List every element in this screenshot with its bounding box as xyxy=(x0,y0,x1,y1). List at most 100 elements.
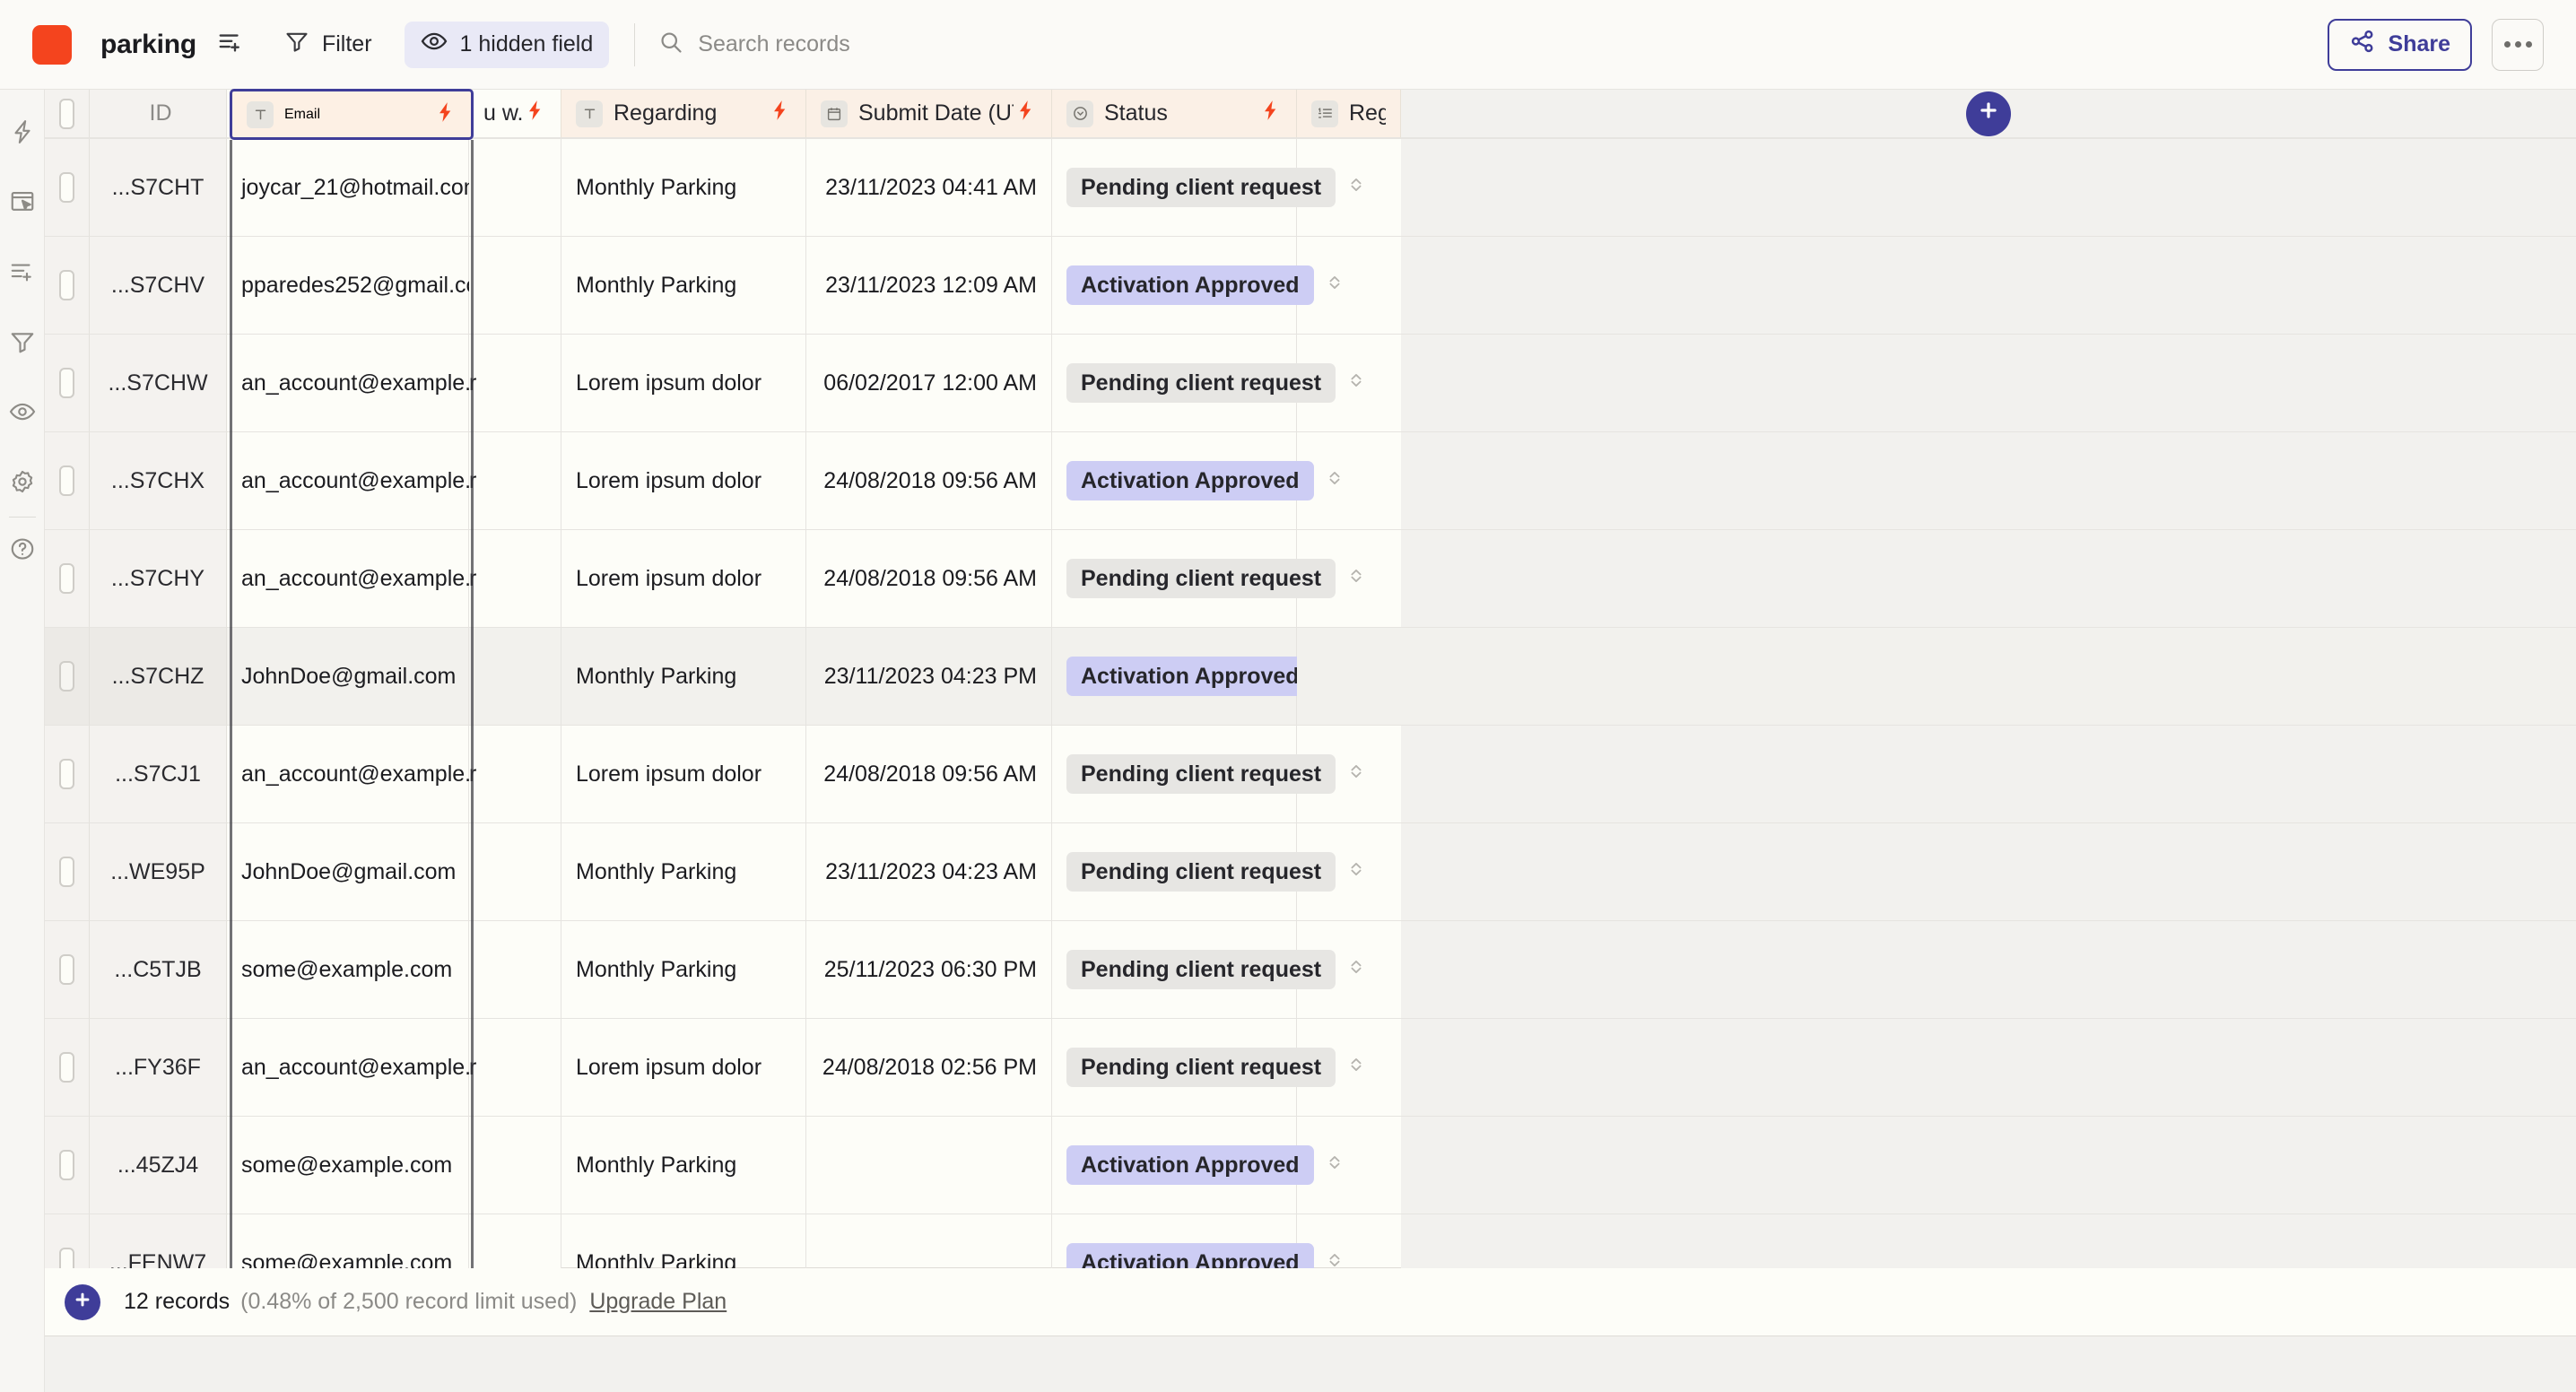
cell-status[interactable]: Pending client request xyxy=(1052,1019,1362,1117)
status-badge[interactable]: Pending client request xyxy=(1066,559,1336,598)
cell-id[interactable]: ...S7CHW xyxy=(90,335,227,432)
cell-rego[interactable] xyxy=(1297,530,1401,628)
table-row[interactable]: ...FY36Fan_account@example.comrLorem ips… xyxy=(45,1019,2576,1117)
column-header-email-selected[interactable]: Email xyxy=(230,89,474,140)
table-row[interactable]: ...S7CHYan_account@example.comrLorem ips… xyxy=(45,530,2576,628)
column-header-regarding[interactable]: Regarding xyxy=(561,90,806,138)
cell-regarding[interactable]: Lorem ipsum dolor xyxy=(561,432,806,530)
cell-email[interactable]: an_account@example.com xyxy=(227,726,513,823)
cell-email[interactable]: pparedes252@gmail.com xyxy=(227,237,497,335)
row-checkbox-cell[interactable] xyxy=(45,432,90,530)
cell-status[interactable]: Activation Approved xyxy=(1052,628,1340,726)
cell-hidden[interactable]: r xyxy=(469,530,561,628)
cell-hidden[interactable] xyxy=(469,921,561,1019)
sidebar-item-settings[interactable] xyxy=(0,459,45,508)
cell-status[interactable]: Pending client request xyxy=(1052,139,1362,237)
cell-id[interactable]: ...S7CHV xyxy=(90,237,227,335)
cell-status[interactable]: Pending client request xyxy=(1052,335,1362,432)
sidebar-item-help[interactable] xyxy=(0,526,45,575)
cell-status[interactable]: Pending client request xyxy=(1052,530,1362,628)
cell-regarding[interactable]: Lorem ipsum dolor xyxy=(561,726,806,823)
cell-id[interactable]: ...S7CHX xyxy=(90,432,227,530)
cell-submit-date[interactable]: 23/11/2023 04:23 PM xyxy=(806,628,1052,726)
cell-rego[interactable] xyxy=(1297,628,1401,726)
row-checkbox-cell[interactable] xyxy=(45,823,90,921)
select-all-checkbox-cell[interactable] xyxy=(45,90,90,138)
cell-hidden[interactable] xyxy=(469,823,561,921)
upgrade-plan-link[interactable]: Upgrade Plan xyxy=(589,1289,727,1315)
cell-id[interactable]: ...45ZJ4 xyxy=(90,1117,227,1214)
status-badge[interactable]: Activation Approved xyxy=(1066,265,1314,305)
cell-id[interactable]: ...S7CHT xyxy=(90,139,227,237)
table-row[interactable]: ...S7CHWan_account@example.comrLorem ips… xyxy=(45,335,2576,432)
column-header-id[interactable]: ID xyxy=(90,90,227,138)
table-row[interactable]: ...S7CHXan_account@example.comrLorem ips… xyxy=(45,432,2576,530)
cell-rego[interactable] xyxy=(1297,921,1401,1019)
share-button[interactable]: Share xyxy=(2327,18,2472,71)
table-row[interactable]: ...WE95P JohnDoe@gmail.com Monthly Parking… xyxy=(45,823,2576,921)
app-logo[interactable] xyxy=(32,24,72,65)
cell-submit-date[interactable]: 06/02/2017 12:00 AM xyxy=(806,335,1052,432)
cell-status[interactable]: Activation Approved xyxy=(1052,237,1340,335)
table-row[interactable]: ...S7CJ1an_account@example.comrLorem ips… xyxy=(45,726,2576,823)
row-checkbox-cell[interactable] xyxy=(45,335,90,432)
column-header-status[interactable]: Status xyxy=(1052,90,1297,138)
status-badge[interactable]: Pending client request xyxy=(1066,363,1336,403)
cell-rego[interactable] xyxy=(1297,237,1401,335)
row-checkbox[interactable] xyxy=(59,857,74,887)
cell-rego[interactable] xyxy=(1297,1019,1401,1117)
cell-submit-date[interactable]: 23/11/2023 12:09 AM xyxy=(806,237,1052,335)
cell-hidden[interactable] xyxy=(469,139,561,237)
row-checkbox-cell[interactable] xyxy=(45,139,90,237)
cell-submit-date[interactable]: 23/11/2023 04:23 AM xyxy=(806,823,1052,921)
cell-id[interactable]: ...WE95P xyxy=(90,823,227,921)
sidebar-item-interfaces[interactable] xyxy=(0,179,45,228)
row-checkbox[interactable] xyxy=(59,270,74,300)
row-checkbox[interactable] xyxy=(59,1052,74,1083)
cell-regarding[interactable]: Lorem ipsum dolor xyxy=(561,530,806,628)
row-checkbox[interactable] xyxy=(59,172,74,203)
select-all-checkbox[interactable] xyxy=(59,98,74,129)
row-checkbox[interactable] xyxy=(59,1150,74,1180)
row-checkbox-cell[interactable] xyxy=(45,530,90,628)
cell-rego[interactable] xyxy=(1297,139,1401,237)
cell-status[interactable]: Pending client request xyxy=(1052,823,1362,921)
cell-email[interactable]: an_account@example.com xyxy=(227,335,513,432)
row-checkbox[interactable] xyxy=(59,465,74,496)
sidebar-item-fields[interactable] xyxy=(0,249,45,298)
status-badge[interactable]: Activation Approved xyxy=(1066,461,1314,500)
sidebar-item-hidden-fields[interactable] xyxy=(0,389,45,438)
cell-hidden[interactable] xyxy=(469,237,561,335)
cell-regarding[interactable]: Monthly Parking xyxy=(561,1117,806,1214)
row-checkbox[interactable] xyxy=(59,954,74,985)
cell-regarding[interactable]: Lorem ipsum dolor xyxy=(561,1019,806,1117)
cell-rego[interactable] xyxy=(1297,1117,1401,1214)
search-records[interactable] xyxy=(658,30,2327,59)
row-checkbox[interactable] xyxy=(59,563,74,594)
row-checkbox[interactable] xyxy=(59,661,74,692)
cell-email[interactable]: JohnDoe@gmail.com xyxy=(227,628,469,726)
add-column-cell[interactable] xyxy=(1401,90,2576,138)
sidebar-item-automations[interactable] xyxy=(0,109,45,158)
more-options-button[interactable] xyxy=(2492,18,2544,71)
cell-email[interactable]: joycar_21@hotmail.com xyxy=(227,139,483,237)
table-row[interactable]: ...S7CHZ JohnDoe@gmail.com Monthly Parking… xyxy=(45,628,2576,726)
row-checkbox[interactable] xyxy=(59,368,74,398)
status-badge[interactable]: Pending client request xyxy=(1066,754,1336,794)
cell-email[interactable]: some@example.com xyxy=(227,1117,469,1214)
selected-column-right-edge[interactable] xyxy=(471,140,474,1268)
cell-regarding[interactable]: Monthly Parking xyxy=(561,823,806,921)
cell-id[interactable]: ...FY36F xyxy=(90,1019,227,1117)
row-checkbox-cell[interactable] xyxy=(45,1019,90,1117)
cell-rego[interactable] xyxy=(1297,726,1401,823)
cell-id[interactable]: ...S7CHY xyxy=(90,530,227,628)
filter-button[interactable]: Filter xyxy=(268,22,388,68)
cell-regarding[interactable]: Monthly Parking xyxy=(561,139,806,237)
cell-rego[interactable] xyxy=(1297,335,1401,432)
cell-submit-date[interactable]: 24/08/2018 09:56 AM xyxy=(806,530,1052,628)
cell-id[interactable]: ...S7CHZ xyxy=(90,628,227,726)
cell-hidden[interactable]: r xyxy=(469,726,561,823)
cell-hidden[interactable]: r xyxy=(469,335,561,432)
cell-status[interactable]: Activation Approved xyxy=(1052,1117,1340,1214)
status-badge[interactable]: Activation Approved xyxy=(1066,1145,1314,1185)
